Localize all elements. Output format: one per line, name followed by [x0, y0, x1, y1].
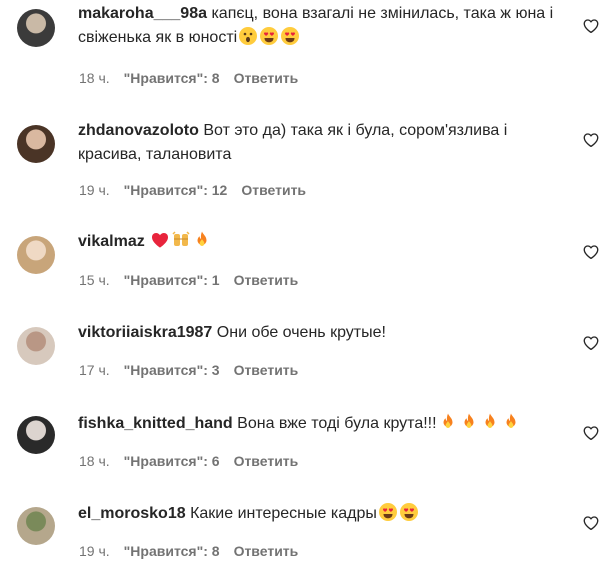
like-heart-icon[interactable] [582, 334, 600, 352]
reply-button[interactable]: Ответить [234, 272, 299, 288]
reply-button[interactable]: Ответить [234, 453, 299, 469]
heart-eyes-emoji-icon [378, 503, 397, 521]
likes-count-button[interactable]: "Нравится": 1 [124, 272, 220, 288]
avatar[interactable] [17, 416, 55, 454]
avatar[interactable] [17, 507, 55, 545]
avatar[interactable] [17, 9, 55, 47]
like-heart-icon[interactable] [582, 243, 600, 261]
comment-body: Они обе очень крутые! [216, 324, 386, 341]
comment-username[interactable]: viktoriiaiskra1987 [78, 324, 212, 341]
comment-username[interactable]: vikalmaz [78, 233, 145, 250]
comment-meta: 17 ч. "Нравится": 3 Ответить [79, 362, 312, 378]
heart-eyes-emoji-icon [281, 27, 300, 45]
comment-username[interactable]: el_morosko18 [78, 505, 186, 522]
comment-meta: 18 ч. "Нравится": 6 Ответить [79, 453, 312, 469]
heart-eyes-emoji-icon [260, 27, 279, 45]
like-heart-icon[interactable] [582, 17, 600, 35]
likes-count-button[interactable]: "Нравится": 8 [124, 70, 220, 86]
comment-meta: 18 ч. "Нравится": 8 Ответить [79, 70, 312, 86]
comment-meta: 19 ч. "Нравится": 12 Ответить [79, 182, 320, 198]
fire-emoji-icon [464, 413, 474, 428]
likes-count-button[interactable]: "Нравится": 3 [124, 362, 220, 378]
reply-button[interactable]: Ответить [241, 182, 306, 198]
comment-text: fishka_knitted_hand Вона вже тоді була к… [78, 412, 562, 436]
fire-emoji-icon [197, 231, 207, 246]
heart-eyes-emoji-icon [399, 503, 418, 521]
comment-timestamp[interactable]: 17 ч. [79, 362, 110, 378]
comment-timestamp[interactable]: 19 ч. [79, 182, 110, 198]
comment-text: vikalmaz [78, 230, 562, 254]
raising-hands-emoji-icon [172, 231, 190, 246]
avatar[interactable] [17, 125, 55, 163]
comment-timestamp[interactable]: 15 ч. [79, 272, 110, 288]
comment-text: makaroha___98a капєц, вона взагалі не зм… [78, 2, 562, 50]
comment-text: el_morosko18 Какие интересные кадры [78, 502, 562, 526]
comment-body: Вона вже тоді була крута!!! [237, 415, 437, 432]
comment-username[interactable]: makaroha___98a [78, 5, 207, 22]
comment-meta: 19 ч. "Нравится": 8 Ответить [79, 543, 312, 559]
fire-emoji-icon [443, 413, 453, 428]
fire-emoji-icon [485, 413, 495, 428]
likes-count-button[interactable]: "Нравится": 12 [124, 182, 228, 198]
likes-count-button[interactable]: "Нравится": 6 [124, 453, 220, 469]
avatar[interactable] [17, 236, 55, 274]
comment-text: zhdanovazoloto Вот это да) така як і бул… [78, 119, 562, 167]
fire-emoji-icon [506, 413, 516, 428]
likes-count-button[interactable]: "Нравится": 8 [124, 543, 220, 559]
like-heart-icon[interactable] [582, 424, 600, 442]
reply-button[interactable]: Ответить [234, 362, 299, 378]
comment-username[interactable]: zhdanovazoloto [78, 122, 199, 139]
comment-timestamp[interactable]: 18 ч. [79, 453, 110, 469]
reply-button[interactable]: Ответить [234, 70, 299, 86]
comment-username[interactable]: fishka_knitted_hand [78, 415, 233, 432]
like-heart-icon[interactable] [582, 131, 600, 149]
comment-meta: 15 ч. "Нравится": 1 Ответить [79, 272, 312, 288]
comment-body: Какие интересные кадры [190, 505, 377, 522]
like-heart-icon[interactable] [582, 514, 600, 532]
comment-timestamp[interactable]: 18 ч. [79, 70, 110, 86]
comment-text: viktoriiaiskra1987 Они обе очень крутые! [78, 321, 562, 345]
red-heart-emoji-icon [152, 233, 169, 248]
comment-timestamp[interactable]: 19 ч. [79, 543, 110, 559]
astonished-emoji-icon [239, 27, 258, 45]
avatar[interactable] [17, 327, 55, 365]
reply-button[interactable]: Ответить [234, 543, 299, 559]
